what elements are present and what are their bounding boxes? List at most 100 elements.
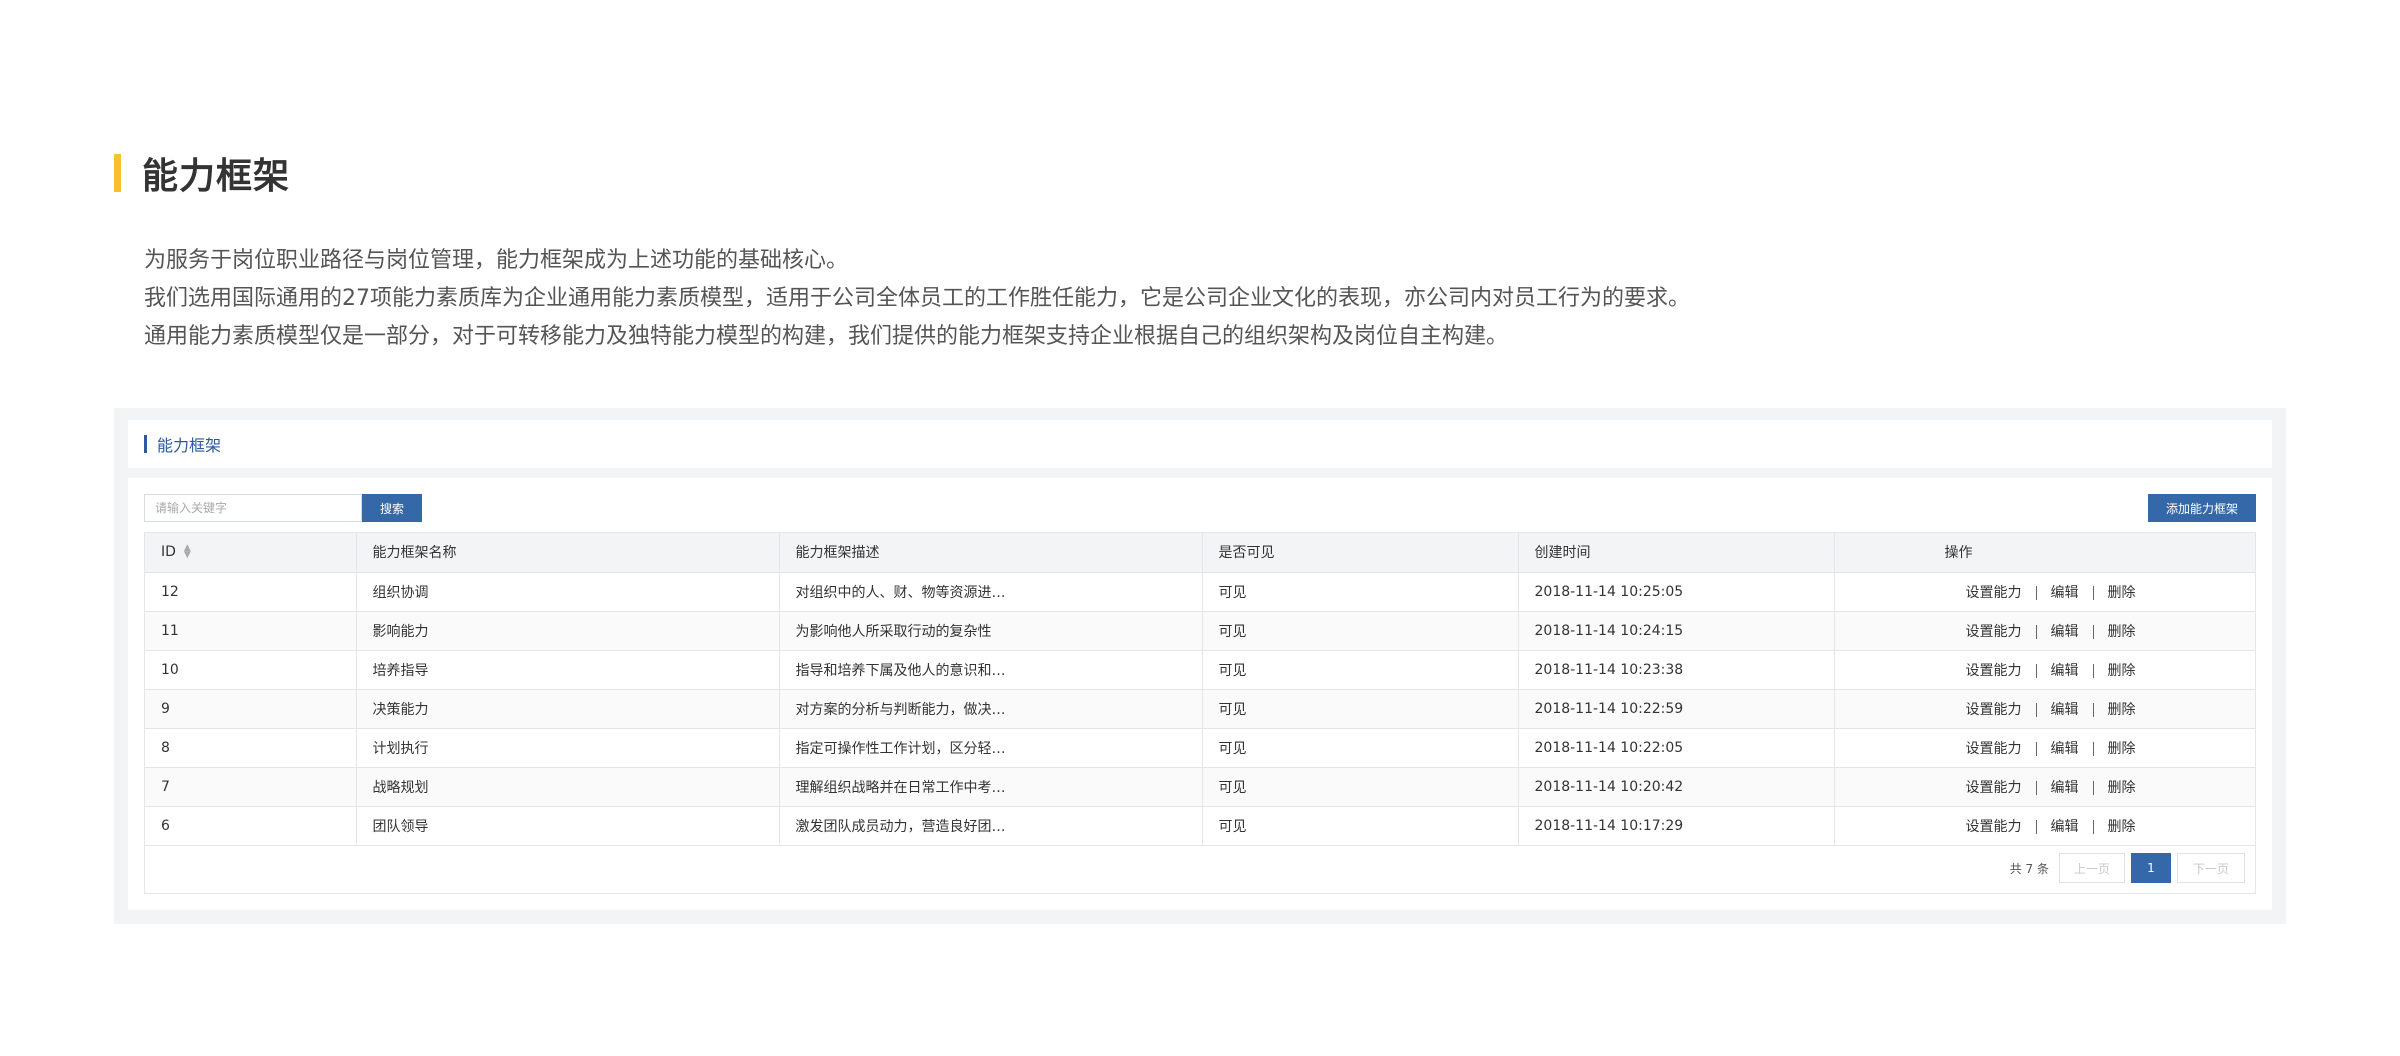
- edit-link[interactable]: 编辑: [2051, 819, 2079, 835]
- section-header: 能力框架: [128, 420, 2272, 468]
- column-header-name: 能力框架名称: [356, 533, 780, 573]
- heading-accent-bar: [114, 154, 121, 192]
- next-page-button[interactable]: 下一页: [2177, 853, 2245, 883]
- delete-link[interactable]: 删除: [2108, 663, 2136, 679]
- edit-link[interactable]: 编辑: [2051, 585, 2079, 601]
- set-ability-link[interactable]: 设置能力: [1966, 741, 2022, 757]
- action-divider: [2092, 819, 2094, 834]
- section-label: 能力框架: [157, 436, 222, 455]
- pagination: 共 7 条 上一页 1 下一页: [2010, 853, 2245, 883]
- total-count: 共 7 条: [2009, 861, 2049, 876]
- set-ability-link[interactable]: 设置能力: [1966, 780, 2022, 796]
- framework-container: 能力框架 搜索 添加能力框架 ID ▲▼ 能力框架名称 能力框架描述 是否可见 创…: [114, 408, 2286, 924]
- delete-link[interactable]: 删除: [2108, 780, 2136, 796]
- cell-id: 12: [145, 572, 357, 612]
- cell-visible: 可见: [1202, 767, 1519, 807]
- cell-name: 团队领导: [356, 806, 780, 846]
- cell-description: 对组织中的人、财、物等资源进…: [779, 572, 1203, 612]
- cell-name: 培养指导: [356, 650, 780, 690]
- action-divider: [2092, 624, 2094, 639]
- cell-id: 6: [145, 806, 357, 846]
- prev-page-button[interactable]: 上一页: [2059, 853, 2125, 883]
- cell-name: 决策能力: [356, 689, 780, 729]
- set-ability-link[interactable]: 设置能力: [1966, 702, 2022, 718]
- cell-description: 激发团队成员动力，营造良好团…: [779, 806, 1203, 846]
- set-ability-link[interactable]: 设置能力: [1966, 624, 2022, 640]
- delete-link[interactable]: 删除: [2108, 624, 2136, 640]
- action-divider: [2035, 702, 2037, 717]
- edit-link[interactable]: 编辑: [2051, 663, 2079, 679]
- framework-table: ID ▲ ▼ 能力框架名称 能力框架描述 是否可见 创建时间 操作 12 组织协调 …: [144, 532, 2256, 894]
- delete-link[interactable]: 删除: [2108, 702, 2136, 718]
- cell-created: 2018-11-14 10:23:38: [1518, 650, 1835, 690]
- delete-link[interactable]: 删除: [2108, 585, 2136, 601]
- set-ability-link[interactable]: 设置能力: [1966, 585, 2022, 601]
- edit-link[interactable]: 编辑: [2051, 741, 2079, 757]
- column-header-created: 创建时间: [1518, 533, 1835, 573]
- cell-created: 2018-11-14 10:22:59: [1518, 689, 1835, 729]
- current-page-button[interactable]: 1: [2131, 853, 2171, 883]
- table-row: 8 计划执行 指定可操作性工作计划，区分轻… 可见 2018-11-14 10:…: [145, 728, 2255, 768]
- action-divider: [2035, 663, 2037, 678]
- cell-actions: 设置能力 编辑 删除: [1834, 572, 2255, 612]
- cell-created: 2018-11-14 10:24:15: [1518, 611, 1835, 651]
- column-header-id[interactable]: ID ▲ ▼: [145, 533, 357, 573]
- cell-visible: 可见: [1202, 728, 1519, 768]
- cell-created: 2018-11-14 10:22:05: [1518, 728, 1835, 768]
- edit-link[interactable]: 编辑: [2051, 624, 2079, 640]
- action-divider: [2035, 819, 2037, 834]
- action-divider: [2035, 741, 2037, 756]
- cell-name: 组织协调: [356, 572, 780, 612]
- column-header-description: 能力框架描述: [779, 533, 1203, 573]
- cell-id: 10: [145, 650, 357, 690]
- page-title: 能力框架: [142, 156, 291, 197]
- cell-visible: 可见: [1202, 650, 1519, 690]
- sort-icon[interactable]: ▲ ▼: [184, 544, 191, 560]
- set-ability-link[interactable]: 设置能力: [1966, 663, 2022, 679]
- column-header-actions: 操作: [1834, 533, 2255, 573]
- table-row: 7 战略规划 理解组织战略并在日常工作中考… 可见 2018-11-14 10:…: [145, 767, 2255, 807]
- page-heading: 能力框架: [114, 151, 290, 197]
- intro-line-2: 我们选用国际通用的27项能力素质库为企业通用能力素质模型，适用于公司全体员工的工…: [144, 286, 1690, 311]
- section-marker: [144, 435, 147, 453]
- framework-panel: 搜索 添加能力框架 ID ▲▼ 能力框架名称 能力框架描述 是否可见 创建时间 操…: [128, 478, 2272, 910]
- table-header-row: ID ▲ ▼ 能力框架名称 能力框架描述 是否可见 创建时间 操作: [145, 533, 2255, 573]
- cell-visible: 可见: [1202, 806, 1519, 846]
- cell-description: 指导和培养下属及他人的意识和…: [779, 650, 1203, 690]
- cell-created: 2018-11-14 10:25:05: [1518, 572, 1835, 612]
- cell-description: 为影响他人所采取行动的复杂性: [779, 611, 1203, 651]
- action-divider: [2092, 780, 2094, 795]
- cell-created: 2018-11-14 10:20:42: [1518, 767, 1835, 807]
- action-divider: [2035, 585, 2037, 600]
- intro-line-1: 为服务于岗位职业路径与岗位管理，能力框架成为上述功能的基础核心。: [144, 248, 849, 273]
- cell-description: 理解组织战略并在日常工作中考…: [779, 767, 1203, 807]
- cell-actions: 设置能力 编辑 删除: [1834, 650, 2255, 690]
- edit-link[interactable]: 编辑: [2051, 780, 2079, 796]
- cell-id: 7: [145, 767, 357, 807]
- edit-link[interactable]: 编辑: [2051, 702, 2079, 718]
- cell-actions: 设置能力 编辑 删除: [1834, 767, 2255, 807]
- search-button[interactable]: 搜索: [362, 494, 422, 522]
- column-header-label: ID: [161, 544, 176, 561]
- cell-visible: 可见: [1202, 689, 1519, 729]
- action-divider: [2092, 585, 2094, 600]
- cell-id: 8: [145, 728, 357, 768]
- delete-link[interactable]: 删除: [2108, 741, 2136, 757]
- cell-id: 9: [145, 689, 357, 729]
- intro-line-3: 通用能力素质模型仅是一部分，对于可转移能力及独特能力模型的构建，我们提供的能力框…: [144, 324, 1509, 349]
- cell-name: 计划执行: [356, 728, 780, 768]
- add-framework-button[interactable]: 添加能力框架: [2148, 494, 2256, 522]
- action-divider: [2092, 663, 2094, 678]
- delete-link[interactable]: 删除: [2108, 819, 2136, 835]
- set-ability-link[interactable]: 设置能力: [1966, 819, 2022, 835]
- cell-created: 2018-11-14 10:17:29: [1518, 806, 1835, 846]
- cell-name: 影响能力: [356, 611, 780, 651]
- intro-text: 为服务于岗位职业路径与岗位管理，能力框架成为上述功能的基础核心。 我们选用国际通…: [144, 242, 1690, 356]
- cell-actions: 设置能力 编辑 删除: [1834, 728, 2255, 768]
- cell-id: 11: [145, 611, 357, 651]
- action-divider: [2092, 702, 2094, 717]
- cell-actions: 设置能力 编辑 删除: [1834, 689, 2255, 729]
- cell-actions: 设置能力 编辑 删除: [1834, 611, 2255, 651]
- search-input[interactable]: [144, 494, 362, 522]
- table-row: 6 团队领导 激发团队成员动力，营造良好团… 可见 2018-11-14 10:…: [145, 806, 2255, 846]
